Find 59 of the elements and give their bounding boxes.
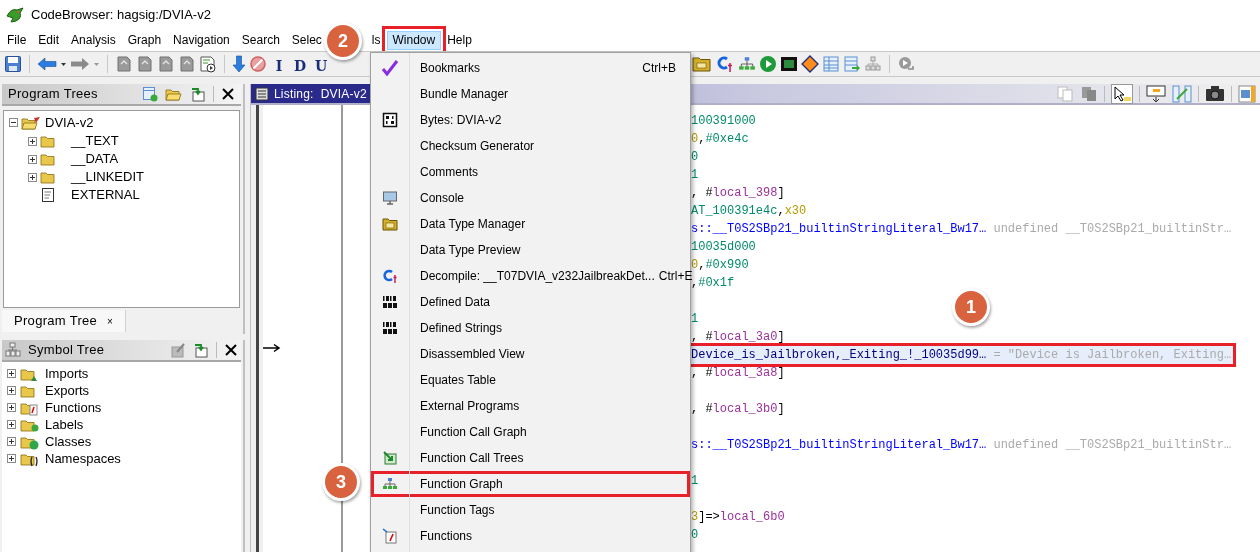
menu-item[interactable]: Function Tags: [371, 497, 690, 523]
menu-item[interactable]: Defined Strings: [371, 315, 690, 341]
menu-item[interactable]: Checksum Generator: [371, 133, 690, 159]
tree-item[interactable]: EXTERNAL: [59, 185, 140, 205]
menu-item[interactable]: Graph: [121, 31, 168, 50]
menu-item[interactable]: Bytes: DVIA-v2: [371, 107, 690, 133]
code-line[interactable]: 3]=>local_6b0: [691, 508, 1233, 526]
shortcut-label: Ctrl+E: [657, 268, 693, 284]
code-line[interactable]: 100391000: [691, 112, 1233, 130]
menu-item[interactable]: Equates Table: [371, 367, 690, 393]
code-line[interactable]: s::__T0S2SBp21_builtinStringLiteral_Bw17… undefined __T0S2SBp21_builtinStr…: [691, 436, 1233, 454]
menu-item[interactable]: Data Type Manager: [371, 211, 690, 237]
menu-item[interactable]: Function Call Trees: [371, 445, 690, 471]
toolbar-button[interactable]: U: [312, 57, 330, 74]
menu-item[interactable]: Help: [441, 31, 478, 50]
code-line[interactable]: 0,#0xe4c: [691, 130, 1233, 148]
menu-item[interactable]: Function Graph: [371, 471, 690, 497]
menu-item[interactable]: Comments: [371, 159, 690, 185]
menu-item[interactable]: Console: [371, 185, 690, 211]
tab-label[interactable]: Program Tree: [14, 311, 98, 331]
code-line[interactable]: , #local_3a0]: [691, 328, 1233, 346]
panel-title: Symbol Tree: [28, 341, 106, 360]
code-line[interactable]: 1: [691, 166, 1233, 184]
menu-item[interactable]: Analysis: [65, 31, 122, 50]
tree-item[interactable]: __LINKEDIT: [59, 167, 144, 187]
menu-item[interactable]: Navigation: [167, 31, 236, 50]
menu-item[interactable]: Defined Data: [371, 289, 690, 315]
code-line[interactable]: AT_100391e4c,x30: [691, 202, 1233, 220]
code-line[interactable]: , #local_398]: [691, 184, 1233, 202]
menu-item[interactable]: Edit: [32, 31, 66, 50]
view-tab[interactable]: Program Tree ×: [2, 310, 126, 332]
shortcut-label: Ctrl+B: [641, 60, 676, 77]
code-line[interactable]: , #local_3a8]: [691, 364, 1233, 382]
menu-item[interactable]: Bookmarks Ctrl+B: [371, 55, 690, 81]
menu-item[interactable]: Functions: [371, 523, 690, 549]
code-line[interactable]: 0: [691, 526, 1233, 544]
tab-close-button[interactable]: ×: [107, 313, 113, 329]
tree-item[interactable]: DVIA-v2: [44, 112, 94, 133]
menu-item[interactable]: Search: [235, 31, 286, 50]
code-line[interactable]: , #local_3b0]: [691, 400, 1233, 418]
toolbar-button[interactable]: D: [291, 57, 309, 74]
menu-item[interactable]: External Programs: [371, 393, 690, 419]
menu-item[interactable]: Disassembled View: [371, 341, 690, 367]
tree-item[interactable]: __DATA: [59, 149, 119, 169]
code-line[interactable]: 1: [691, 472, 1233, 490]
tree-item[interactable]: __TEXT: [59, 131, 119, 151]
code-line[interactable]: 0,#0x990: [691, 256, 1233, 274]
toolbar-button[interactable]: I: [270, 57, 288, 74]
menu-item[interactable]: Function Call Graph: [371, 419, 690, 445]
code-line[interactable]: s::__T0S2SBp21_builtinStringLiteral_Bw17… undefined __T0S2SBp21_builtinStr…: [691, 220, 1233, 238]
menu-item[interactable]: File: [1, 31, 33, 50]
menu-item[interactable]: ls: [365, 31, 387, 50]
code-line[interactable]: 10035d000: [691, 238, 1233, 256]
menu-item[interactable]: Bundle Manager: [371, 81, 690, 107]
code-line[interactable]: 0: [691, 148, 1233, 166]
menu-item[interactable]: Data Type Preview: [371, 237, 690, 263]
window-title: CodeBrowser: hagsig:/DVIA-v2: [31, 6, 211, 25]
menu-item[interactable]: Decompile: __T07DVIA_v232JailbreakDet... Ctrl+E: [371, 263, 690, 289]
panel-title: Program Trees: [8, 85, 99, 104]
